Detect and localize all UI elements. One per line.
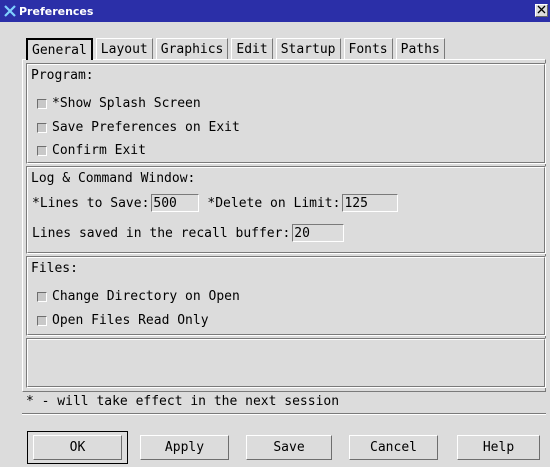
confirm-exit-label: Confirm Exit [52,143,146,158]
tab-general[interactable]: General [26,38,93,60]
tab-startup[interactable]: Startup [275,38,341,59]
read-only-option[interactable]: Open Files Read Only [37,313,209,328]
lines-to-save-row: *Lines to Save: *Delete on Limit: [32,194,399,212]
change-dir-checkbox[interactable] [37,291,47,302]
show-splash-checkbox[interactable] [37,98,47,109]
help-button[interactable]: Help [457,435,540,460]
recall-buffer-row: Lines saved in the recall buffer: [32,224,345,242]
save-prefs-checkbox[interactable] [37,122,47,133]
window-title: Preferences [19,4,94,18]
separator [22,413,546,415]
close-button[interactable] [535,4,548,17]
log-group: Log & Command Window: *Lines to Save: *D… [26,166,546,254]
preferences-window: Preferences General Layout Graphics Edit… [0,0,550,467]
recall-buffer-field[interactable] [292,224,345,242]
tab-graphics[interactable]: Graphics [155,38,229,59]
save-prefs-label: Save Preferences on Exit [52,120,240,135]
show-splash-option[interactable]: *Show Splash Screen [37,96,201,111]
tab-edit[interactable]: Edit [231,38,273,59]
program-group: Program: *Show Splash Screen Save Prefer… [26,63,546,164]
change-dir-option[interactable]: Change Directory on Open [37,289,240,304]
close-icon [537,4,546,17]
log-label: Log & Command Window: [31,171,196,186]
recall-buffer-label: Lines saved in the recall buffer: [32,225,291,241]
empty-group [26,338,546,388]
tab-bar: General Layout Graphics Edit Startup Fon… [26,38,448,60]
tab-paths[interactable]: Paths [395,38,445,59]
x-logo-icon [3,4,17,18]
read-only-checkbox[interactable] [37,315,47,326]
confirm-exit-checkbox[interactable] [37,145,47,156]
save-button[interactable]: Save [246,435,332,460]
confirm-exit-option[interactable]: Confirm Exit [37,143,146,158]
lines-to-save-field[interactable] [151,194,200,212]
cancel-button[interactable]: Cancel [349,435,438,460]
apply-button[interactable]: Apply [140,435,229,460]
program-label: Program: [31,68,94,83]
files-label: Files: [31,261,78,276]
save-prefs-option[interactable]: Save Preferences on Exit [37,120,240,135]
delete-on-limit-field[interactable] [342,194,399,212]
title-bar[interactable]: Preferences [0,0,550,22]
general-panel: Program: *Show Splash Screen Save Prefer… [22,59,546,392]
change-dir-label: Change Directory on Open [52,289,240,304]
show-splash-label: *Show Splash Screen [52,96,201,111]
lines-to-save-label: *Lines to Save: [32,195,150,211]
tab-layout[interactable]: Layout [95,38,153,59]
files-group: Files: Change Directory on Open Open Fil… [26,256,546,336]
session-note: * - will take effect in the next session [26,394,340,409]
tab-fonts[interactable]: Fonts [343,38,393,59]
read-only-label: Open Files Read Only [52,313,209,328]
delete-on-limit-label: *Delete on Limit: [207,195,341,211]
ok-button[interactable]: OK [33,435,122,460]
